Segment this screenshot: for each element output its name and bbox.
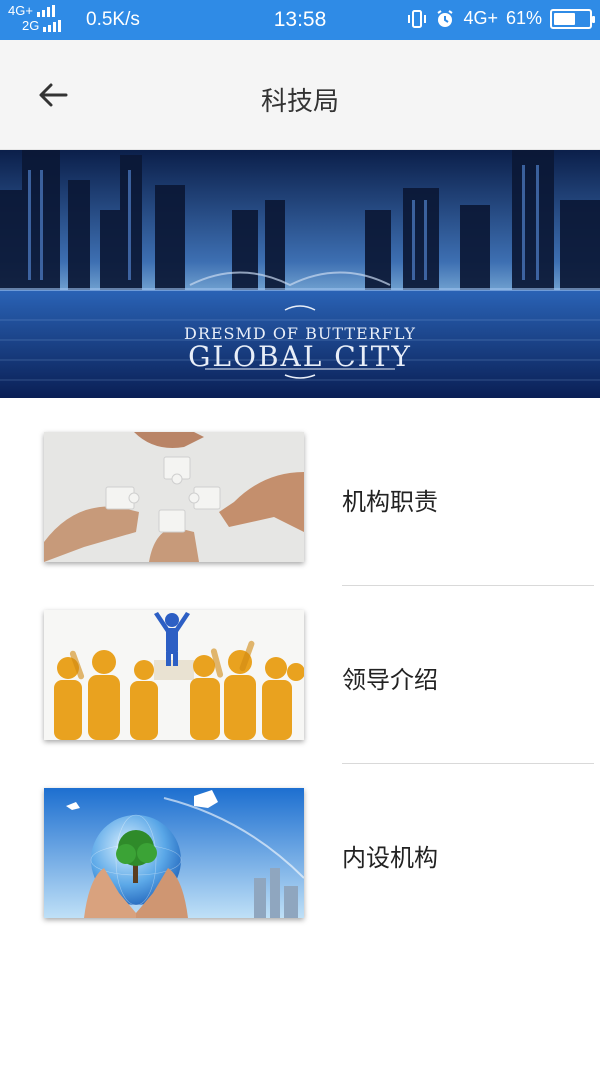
alarm-icon bbox=[435, 9, 455, 29]
puzzle-hands-image bbox=[44, 432, 304, 562]
network-type-right: 4G+ bbox=[463, 8, 498, 28]
status-bar: 4G+ 2G 0.5K/s 13:58 4G+ 61% bbox=[0, 0, 600, 40]
list-item-leaders[interactable]: 领导介绍 bbox=[0, 576, 600, 764]
battery-percent: 61% bbox=[505, 8, 542, 28]
vibrate-icon bbox=[407, 9, 427, 29]
list-item-duties[interactable]: 机构职责 bbox=[0, 398, 600, 586]
banner: DRESMD OF BUTTERFLY GLOBAL CITY bbox=[0, 150, 600, 398]
list-item-label: 领导介绍 bbox=[342, 666, 438, 694]
banner-title: GLOBAL CITY bbox=[188, 340, 412, 373]
leader-crowd-image bbox=[44, 610, 304, 740]
list-item-label: 内设机构 bbox=[342, 844, 438, 872]
list-item-label: 机构职责 bbox=[342, 488, 438, 516]
battery-level bbox=[554, 12, 575, 25]
battery-icon bbox=[550, 8, 595, 29]
list-item-departments[interactable]: 内设机构 bbox=[0, 754, 600, 932]
page-title: 科技局 bbox=[260, 87, 339, 117]
app-bar: 科技局 bbox=[0, 40, 600, 150]
globe-tree-hands-image bbox=[44, 788, 304, 918]
